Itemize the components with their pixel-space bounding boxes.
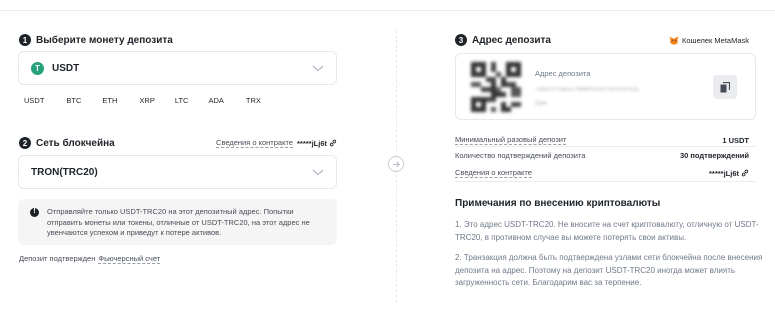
- detail-contract-address: *****jLj6t: [708, 168, 739, 178]
- coin-chip-list: USDT BTC ETH XRP LTC ADA TRX: [24, 96, 261, 105]
- deposit-address-label: Адрес депозита: [535, 69, 591, 78]
- coin-chip-trx[interactable]: TRX: [246, 96, 261, 105]
- coin-select-value: USDT: [52, 62, 80, 74]
- copy-icon: [720, 81, 730, 92]
- metamask-label: Кошелек MetaMask: [682, 36, 749, 45]
- note-item-1: 1. Это адрес USDT-TRC20. Не вносите на с…: [455, 220, 759, 242]
- chevron-down-icon: [312, 65, 324, 72]
- futures-account-link[interactable]: Фьючерсный счет: [98, 254, 161, 264]
- contract-info-link[interactable]: Сведения о контракте *****jLj6t: [216, 138, 337, 148]
- network-warning: ! Отправляйте только USDT-TRC20 на этот …: [18, 199, 337, 245]
- detail-value-min-deposit: 1 USDT: [722, 135, 749, 145]
- step-1-header: 1 Выберите монету депозита: [19, 34, 173, 46]
- step-1-title: Выберите монету депозита: [36, 34, 173, 46]
- detail-value-contract[interactable]: *****jLj6t: [709, 168, 749, 178]
- network-select-value: TRON(TRC20): [31, 166, 98, 178]
- detail-label-confirmations: Количество подтверждений депозита: [455, 151, 586, 160]
- deposit-address-card: Адрес депозита TBkk7P7Nk5X7MMPKcxR7xPkVK…: [455, 53, 756, 120]
- metamask-fox-icon: [669, 36, 679, 45]
- detail-row-min-deposit: Минимальный разовый депозит 1 USDT: [455, 135, 749, 145]
- coin-chip-ltc[interactable]: LTC: [175, 96, 189, 105]
- coin-chip-xrp[interactable]: XRP: [139, 96, 154, 105]
- warning-icon: !: [30, 208, 39, 217]
- detail-label-min-deposit[interactable]: Минимальный разовый депозит: [455, 135, 567, 145]
- deposit-qr-code: [471, 62, 521, 112]
- link-icon: [741, 169, 749, 177]
- step-1-number: 1: [19, 34, 31, 46]
- deposit-address-line-2: Dpw: [535, 101, 548, 107]
- usdt-coin-icon: T: [31, 61, 44, 75]
- coin-chip-eth[interactable]: ETH: [102, 96, 117, 105]
- link-icon: [329, 139, 337, 147]
- deposit-address-line-1: TBkk7P7Nk5X7MMPKcxR7xPkVKrS2L: [535, 87, 640, 93]
- coin-chip-btc[interactable]: BTC: [66, 96, 81, 105]
- chevron-down-icon: [312, 169, 324, 176]
- footnote-text: Депозит подтвержден: [19, 254, 96, 263]
- contract-info-label: Сведения о контракте: [216, 138, 293, 148]
- step-2-title: Сеть блокчейна: [36, 137, 115, 149]
- step-3-title: Адрес депозита: [472, 34, 551, 46]
- step-2-header: 2 Сеть блокчейна: [19, 137, 115, 149]
- contract-address: *****jLj6t: [296, 138, 327, 148]
- step-3-header: 3 Адрес депозита: [455, 34, 551, 46]
- top-divider: [0, 10, 775, 11]
- network-select[interactable]: TRON(TRC20): [18, 155, 337, 189]
- coin-chip-ada[interactable]: ADA: [208, 96, 223, 105]
- detail-label-contract[interactable]: Сведения о контракте: [455, 168, 532, 178]
- step-2-number: 2: [19, 137, 31, 149]
- step-3-number: 3: [455, 34, 467, 46]
- deposit-address-value[interactable]: TBkk7P7Nk5X7MMPKcxR7xPkVKrS2L Dpw: [535, 83, 695, 111]
- detail-divider: [455, 181, 756, 182]
- note-item-2: 2. Транзакция должна быть подтверждена у…: [455, 253, 763, 287]
- deposit-footnote: Депозит подтвержден Фьючерсный счет: [19, 254, 161, 264]
- detail-divider: [455, 146, 756, 147]
- detail-value-confirmations: 30 подтверждений: [679, 151, 749, 160]
- warning-text: Отправляйте только USDT-TRC20 на этот де…: [47, 207, 310, 237]
- coin-select[interactable]: T USDT: [18, 51, 337, 85]
- coin-chip-usdt[interactable]: USDT: [24, 96, 44, 105]
- copy-address-button[interactable]: [713, 75, 737, 99]
- arrow-right-icon: [388, 156, 404, 172]
- notes-title: Примечания по внесению криптовалюты: [455, 198, 661, 209]
- detail-row-confirmations: Количество подтверждений депозита 30 под…: [455, 151, 749, 160]
- detail-row-contract: Сведения о контракте *****jLj6t: [455, 168, 749, 178]
- metamask-wallet-link[interactable]: Кошелек MetaMask: [669, 36, 749, 45]
